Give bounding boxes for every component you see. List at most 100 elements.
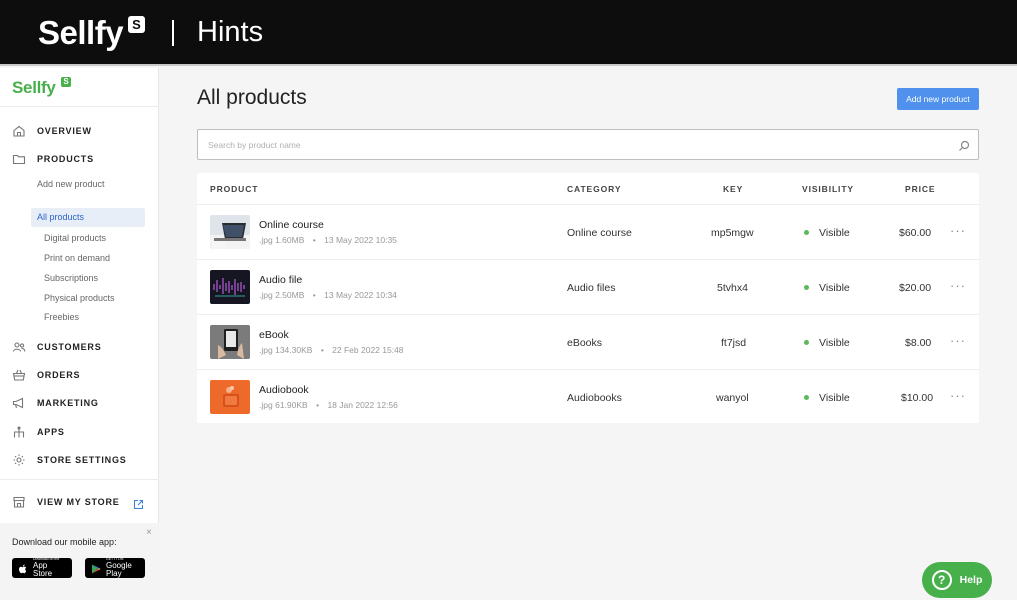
column-header-product[interactable]: PRODUCT [210, 184, 258, 194]
nav-orders-label: ORDERS [37, 370, 81, 380]
add-new-product-button[interactable]: Add new product [897, 88, 979, 110]
app-store-text: App Store [33, 560, 53, 578]
search-icon[interactable] [958, 139, 970, 151]
product-key: ft7jsd [721, 337, 747, 349]
nav-view-my-store[interactable]: VIEW MY STORE [12, 494, 120, 510]
product-key: wanyol [716, 392, 749, 404]
more-options-icon[interactable]: ··· [950, 223, 966, 238]
banner-title: Hints [197, 16, 264, 48]
product-thumbnail [210, 325, 250, 359]
file-size: 61.90KB [275, 400, 308, 410]
product-key: mp5mgw [711, 227, 754, 239]
product-visibility: Visible [819, 337, 850, 349]
file-type: .jpg [259, 235, 273, 245]
product-thumbnail [210, 380, 250, 414]
visibility-status-dot [804, 340, 809, 345]
nav-products[interactable]: PRODUCTS [12, 151, 94, 167]
file-type: .jpg [259, 400, 273, 410]
product-name[interactable]: Audio file [259, 274, 302, 286]
product-thumbnail [210, 215, 250, 249]
nav-overview-label: OVERVIEW [37, 126, 92, 136]
product-meta: .jpg 61.90KB • 18 Jan 2022 12:56 [259, 400, 398, 410]
sidebar-divider [0, 479, 159, 480]
close-icon[interactable]: × [146, 527, 152, 538]
upload-date: 18 Jan 2022 12:56 [327, 400, 398, 410]
nav-subscriptions[interactable]: Subscriptions [44, 273, 98, 283]
more-options-icon[interactable]: ··· [950, 278, 966, 293]
nav-apps[interactable]: APPS [12, 424, 65, 440]
visibility-status-dot [804, 285, 809, 290]
column-header-category[interactable]: CATEGORY [567, 184, 621, 194]
product-visibility: Visible [819, 282, 850, 294]
sidebar-logo[interactable]: Sellfy S [12, 77, 71, 98]
more-options-icon[interactable]: ··· [950, 333, 966, 348]
google-play-badge[interactable]: GET IT ON Google Play [85, 558, 145, 578]
nav-customers[interactable]: CUSTOMERS [12, 339, 102, 355]
product-name[interactable]: Audiobook [259, 384, 309, 396]
banner-logo-text: Sellfy [38, 14, 124, 51]
upload-date: 13 May 2022 10:34 [324, 290, 397, 300]
file-type: .jpg [259, 345, 273, 355]
upload-date: 22 Feb 2022 15:48 [332, 345, 404, 355]
sidebar-divider [0, 106, 159, 107]
product-category: Online course [567, 227, 632, 239]
file-type: .jpg [259, 290, 273, 300]
nav-freebies[interactable]: Freebies [44, 312, 79, 322]
nav-all-products[interactable]: All products [31, 208, 145, 227]
upload-date: 13 May 2022 10:35 [324, 235, 397, 245]
products-table: PRODUCT CATEGORY KEY VISIBILITY PRICE On… [197, 173, 979, 423]
nav-store-settings[interactable]: STORE SETTINGS [12, 452, 127, 468]
table-row[interactable]: Online course .jpg 1.60MB • 13 May 2022 … [197, 204, 979, 258]
nav-marketing-label: MARKETING [37, 398, 99, 408]
product-name[interactable]: Online course [259, 219, 324, 231]
product-category: eBooks [567, 337, 603, 349]
visibility-status-dot [804, 395, 809, 400]
store-icon [12, 495, 26, 509]
column-header-price[interactable]: PRICE [905, 184, 935, 194]
basket-icon [12, 368, 26, 382]
apple-icon [17, 562, 29, 574]
table-row[interactable]: eBook .jpg 134.30KB • 22 Feb 2022 15:48 … [197, 314, 979, 368]
nav-add-new-product[interactable]: Add new product [37, 179, 105, 189]
mobile-app-title: Download our mobile app: [12, 537, 117, 547]
product-category: Audiobooks [567, 392, 622, 404]
top-banner: Sellfy S Hints [0, 0, 1017, 66]
meta-separator: • [312, 290, 316, 300]
more-options-icon[interactable]: ··· [950, 388, 966, 403]
meta-separator: • [320, 345, 324, 355]
search-bar [197, 129, 979, 160]
nav-overview[interactable]: OVERVIEW [12, 123, 92, 139]
column-header-key[interactable]: KEY [723, 184, 743, 194]
table-row[interactable]: Audiobook .jpg 61.90KB • 18 Jan 2022 12:… [197, 369, 979, 423]
file-size: 1.60MB [275, 235, 305, 245]
nav-marketing[interactable]: MARKETING [12, 395, 99, 411]
file-size: 134.30KB [275, 345, 313, 355]
gear-icon [12, 453, 26, 467]
external-link-icon[interactable] [133, 497, 144, 510]
table-row[interactable]: Audio file .jpg 2.50MB • 13 May 2022 10:… [197, 259, 979, 313]
sidebar-logo-badge: S [61, 77, 71, 87]
page-title: All products [197, 86, 307, 109]
product-name[interactable]: eBook [259, 329, 289, 341]
product-visibility: Visible [819, 227, 850, 239]
product-visibility: Visible [819, 392, 850, 404]
nav-digital-products[interactable]: Digital products [44, 233, 106, 243]
banner-logo: Sellfy S [38, 14, 145, 52]
file-size: 2.50MB [275, 290, 305, 300]
nav-orders[interactable]: ORDERS [12, 367, 80, 383]
app-store-badge[interactable]: Download on the App Store [12, 558, 72, 578]
product-price: $20.00 [899, 282, 932, 294]
sidebar: Sellfy S OVERVIEW PRODUCTS Add new produ… [0, 68, 159, 600]
google-play-text: Google Play [106, 560, 132, 578]
banner-divider [172, 20, 174, 46]
nav-print-on-demand[interactable]: Print on demand [44, 253, 110, 263]
search-input[interactable] [198, 130, 938, 159]
meta-separator: • [312, 235, 316, 245]
product-meta: .jpg 1.60MB • 13 May 2022 10:35 [259, 235, 397, 245]
nav-physical-products[interactable]: Physical products [44, 293, 115, 303]
apps-icon [12, 425, 26, 439]
column-header-visibility[interactable]: VISIBILITY [802, 184, 854, 194]
users-icon [12, 340, 26, 354]
product-meta: .jpg 134.30KB • 22 Feb 2022 15:48 [259, 345, 404, 355]
help-button[interactable]: ? Help [922, 562, 992, 598]
